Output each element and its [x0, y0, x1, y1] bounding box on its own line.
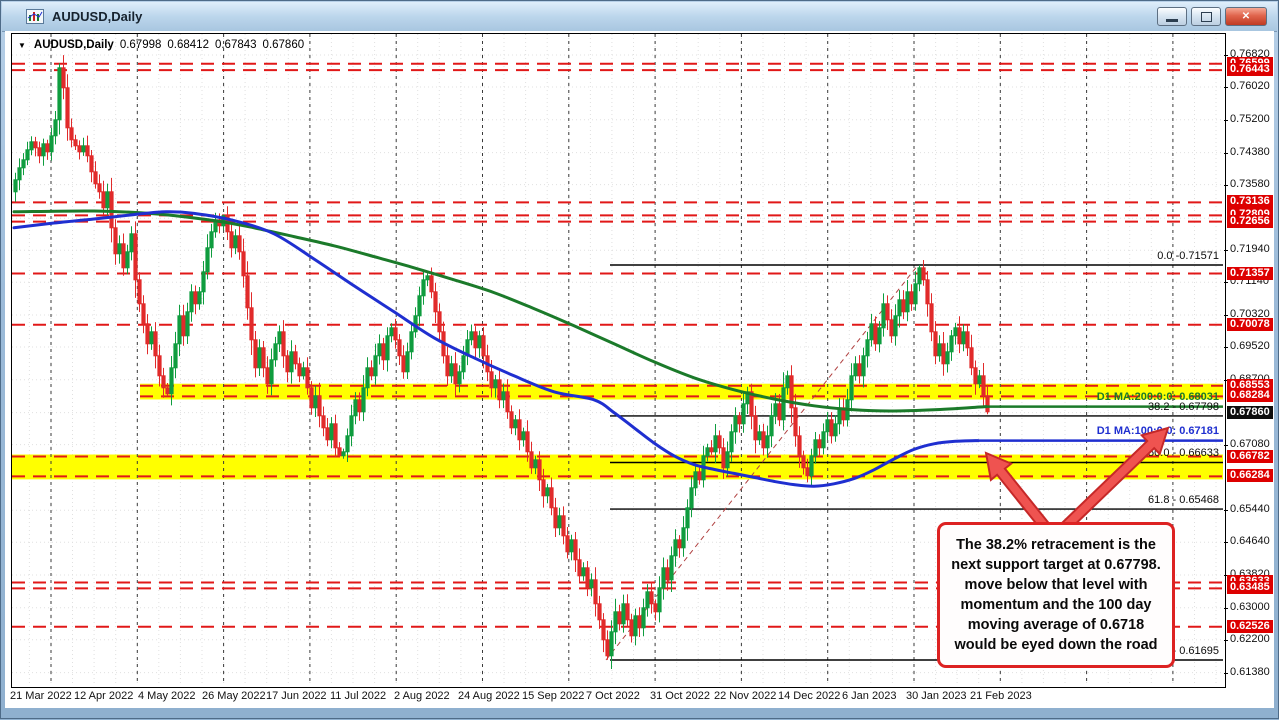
- price-axis-border: [1225, 33, 1226, 688]
- minimize-button[interactable]: [1157, 7, 1187, 26]
- restore-icon: [1201, 12, 1212, 22]
- title-bar[interactable]: AUDUSD,Daily ✕: [2, 2, 1277, 32]
- chart-window-icon: [26, 9, 44, 24]
- close-icon: ✕: [1242, 11, 1250, 22]
- minimize-icon: [1166, 19, 1178, 22]
- annotation-box[interactable]: The 38.2% retracement is the next suppor…: [937, 522, 1175, 668]
- ohlc-low: 0.67843: [215, 39, 257, 51]
- symbol-dropdown-icon[interactable]: ▼: [18, 41, 26, 50]
- chart-window: AUDUSD,Daily ✕ ▼ AUDUSD,Daily 0.67998 0.…: [0, 0, 1279, 719]
- annotation-text: The 38.2% retracement is the next suppor…: [949, 535, 1163, 655]
- close-button[interactable]: ✕: [1225, 7, 1267, 26]
- support-bands: [12, 384, 1223, 480]
- ohlc-high: 0.68412: [167, 39, 209, 51]
- ohlc-symbol: AUDUSD,Daily: [34, 39, 114, 51]
- ohlc-open: 0.67998: [120, 39, 162, 51]
- window-title: AUDUSD,Daily: [52, 9, 142, 24]
- symbol-ohlc-header: ▼ AUDUSD,Daily 0.67998 0.68412 0.67843 0…: [18, 39, 304, 51]
- ohlc-close: 0.67860: [263, 39, 305, 51]
- candles: [14, 55, 989, 669]
- ma-line-1100: [14, 212, 1223, 486]
- restore-button[interactable]: [1191, 7, 1221, 26]
